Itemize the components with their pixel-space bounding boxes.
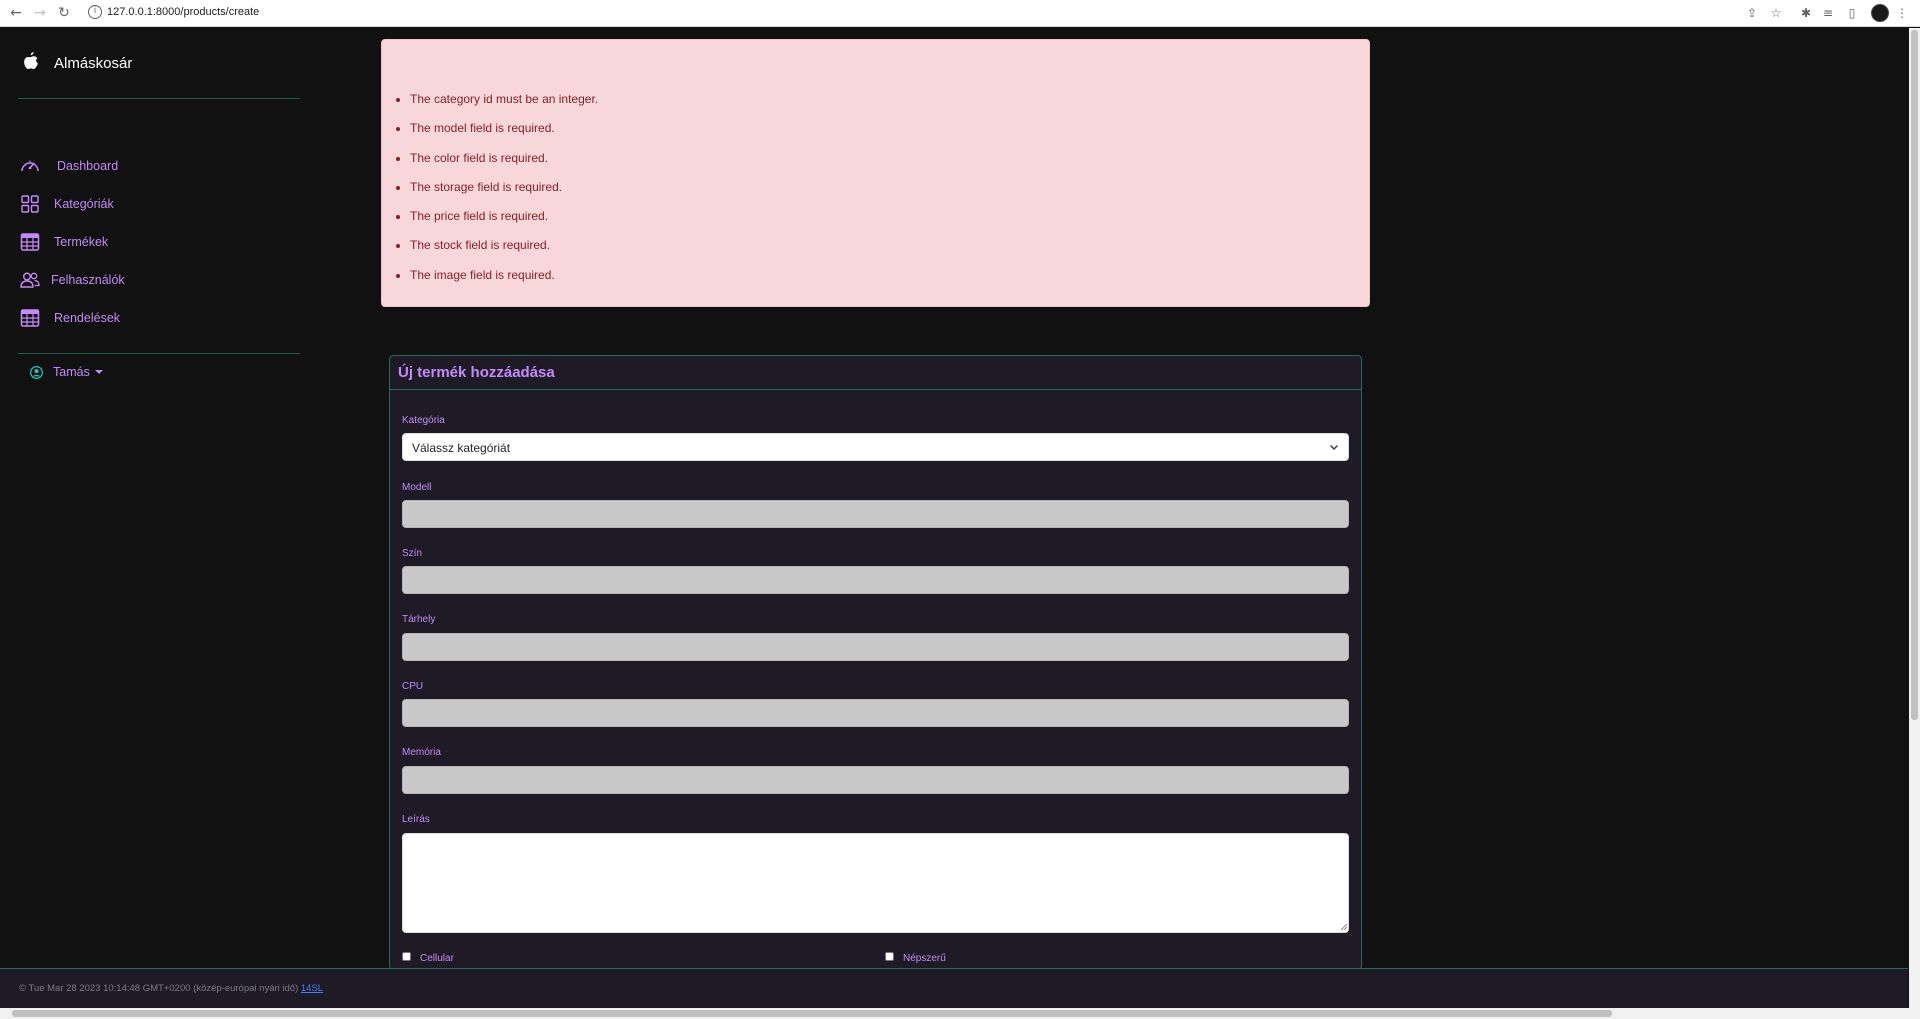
brand-name[interactable]: Almáskosár bbox=[54, 55, 132, 72]
color-input[interactable] bbox=[402, 566, 1349, 594]
cpu-label: CPU bbox=[402, 681, 424, 692]
error-item: The model field is required. bbox=[410, 120, 598, 149]
sidebar-item-products[interactable]: Termékek bbox=[20, 231, 108, 253]
error-item: The image field is required. bbox=[410, 267, 598, 296]
sidebar: Almáskosár Dashboard Kategóriák Termékek… bbox=[0, 28, 320, 968]
sidebar-item-dashboard[interactable]: Dashboard bbox=[20, 155, 118, 177]
vertical-scroll-thumb[interactable] bbox=[1911, 30, 1918, 720]
user-dropdown[interactable]: Tamás bbox=[30, 365, 103, 379]
sidebar-item-label: Termékek bbox=[54, 235, 109, 249]
menu-dots-icon[interactable]: ⋮ bbox=[1893, 4, 1911, 22]
sidebar-item-label: Dashboard bbox=[57, 159, 119, 173]
back-arrow-icon[interactable]: ← bbox=[7, 4, 25, 22]
error-list: The category id must be an integer. The … bbox=[410, 91, 598, 296]
sidebar-item-orders[interactable]: Rendelések bbox=[20, 307, 120, 329]
footer-text: © Tue Mar 28 2023 10:14:48 GMT+0200 (köz… bbox=[19, 983, 323, 994]
memory-label: Memória bbox=[402, 747, 441, 758]
site-info-icon[interactable]: i bbox=[88, 5, 102, 19]
cpu-input[interactable] bbox=[402, 699, 1349, 727]
resize-handle-icon[interactable] bbox=[1339, 922, 1348, 931]
speedometer-icon bbox=[21, 160, 39, 172]
browser-toolbar: ← → ↻ i 127.0.0.1:8000/products/create ⇪… bbox=[0, 0, 1920, 27]
form-title: Új termék hozzáadása bbox=[398, 364, 555, 381]
address-bar[interactable]: 127.0.0.1:8000/products/create bbox=[107, 6, 259, 18]
card-header: Új termék hozzáadása bbox=[390, 356, 1361, 390]
table-icon bbox=[20, 309, 40, 327]
cellular-checkbox[interactable] bbox=[402, 952, 411, 961]
user-name: Tamás bbox=[53, 365, 90, 379]
storage-label: Tárhely bbox=[402, 614, 436, 625]
grid-icon bbox=[21, 195, 39, 213]
error-item: The stock field is required. bbox=[410, 237, 598, 266]
footer-timestamp: © Tue Mar 28 2023 10:14:48 GMT+0200 (köz… bbox=[19, 983, 299, 994]
description-textarea[interactable] bbox=[402, 833, 1349, 933]
product-form-card: Új termék hozzáadása Kategória Válassz k… bbox=[389, 355, 1362, 970]
popular-checkbox[interactable] bbox=[885, 952, 894, 961]
error-item: The storage field is required. bbox=[410, 179, 598, 208]
footer: © Tue Mar 28 2023 10:14:48 GMT+0200 (köz… bbox=[0, 968, 1908, 1008]
sidebar-item-label: Rendelések bbox=[54, 311, 121, 325]
forward-arrow-icon[interactable]: → bbox=[31, 4, 49, 22]
people-icon bbox=[20, 272, 40, 288]
model-input[interactable] bbox=[402, 500, 1349, 528]
error-item: The category id must be an integer. bbox=[410, 91, 598, 120]
bookmark-star-icon[interactable]: ☆ bbox=[1767, 4, 1785, 22]
sidebar-divider bbox=[18, 98, 300, 99]
profile-avatar[interactable] bbox=[1871, 4, 1889, 22]
error-item: The price field is required. bbox=[410, 208, 598, 237]
extensions-icon[interactable]: ✱ bbox=[1797, 4, 1815, 22]
error-item: The color field is required. bbox=[410, 150, 598, 179]
footer-link[interactable]: 14SL bbox=[301, 983, 323, 994]
table-icon bbox=[20, 233, 40, 251]
storage-input[interactable] bbox=[402, 633, 1349, 661]
category-label: Kategória bbox=[402, 415, 445, 426]
memory-input[interactable] bbox=[402, 766, 1349, 794]
sidebar-item-label: Kategóriák bbox=[54, 197, 114, 211]
category-select-value: Válassz kategóriát bbox=[412, 441, 511, 455]
model-label: Modell bbox=[402, 482, 432, 493]
horizontal-scroll-thumb[interactable] bbox=[12, 1010, 1612, 1017]
category-select[interactable]: Válassz kategóriát bbox=[402, 433, 1349, 461]
caret-down-icon bbox=[94, 370, 103, 374]
cellular-label[interactable]: Cellular bbox=[420, 953, 454, 964]
popular-label[interactable]: Népszerű bbox=[903, 953, 946, 964]
share-icon[interactable]: ⇪ bbox=[1743, 4, 1761, 22]
color-label: Szín bbox=[402, 548, 423, 559]
sidebar-divider bbox=[18, 353, 300, 354]
sidebar-item-users[interactable]: Felhasználók bbox=[20, 269, 125, 291]
side-panel-icon[interactable]: ▯ bbox=[1843, 4, 1861, 22]
chevron-down-icon bbox=[1330, 445, 1338, 450]
error-alert: The category id must be an integer. The … bbox=[381, 39, 1370, 307]
person-circle-icon bbox=[30, 365, 43, 379]
description-label: Leírás bbox=[402, 814, 430, 825]
reload-icon[interactable]: ↻ bbox=[55, 4, 73, 22]
reading-list-icon[interactable]: ≡ bbox=[1819, 4, 1837, 22]
sidebar-item-categories[interactable]: Kategóriák bbox=[20, 193, 114, 215]
sidebar-item-label: Felhasználók bbox=[51, 273, 125, 287]
apple-icon bbox=[24, 52, 38, 70]
